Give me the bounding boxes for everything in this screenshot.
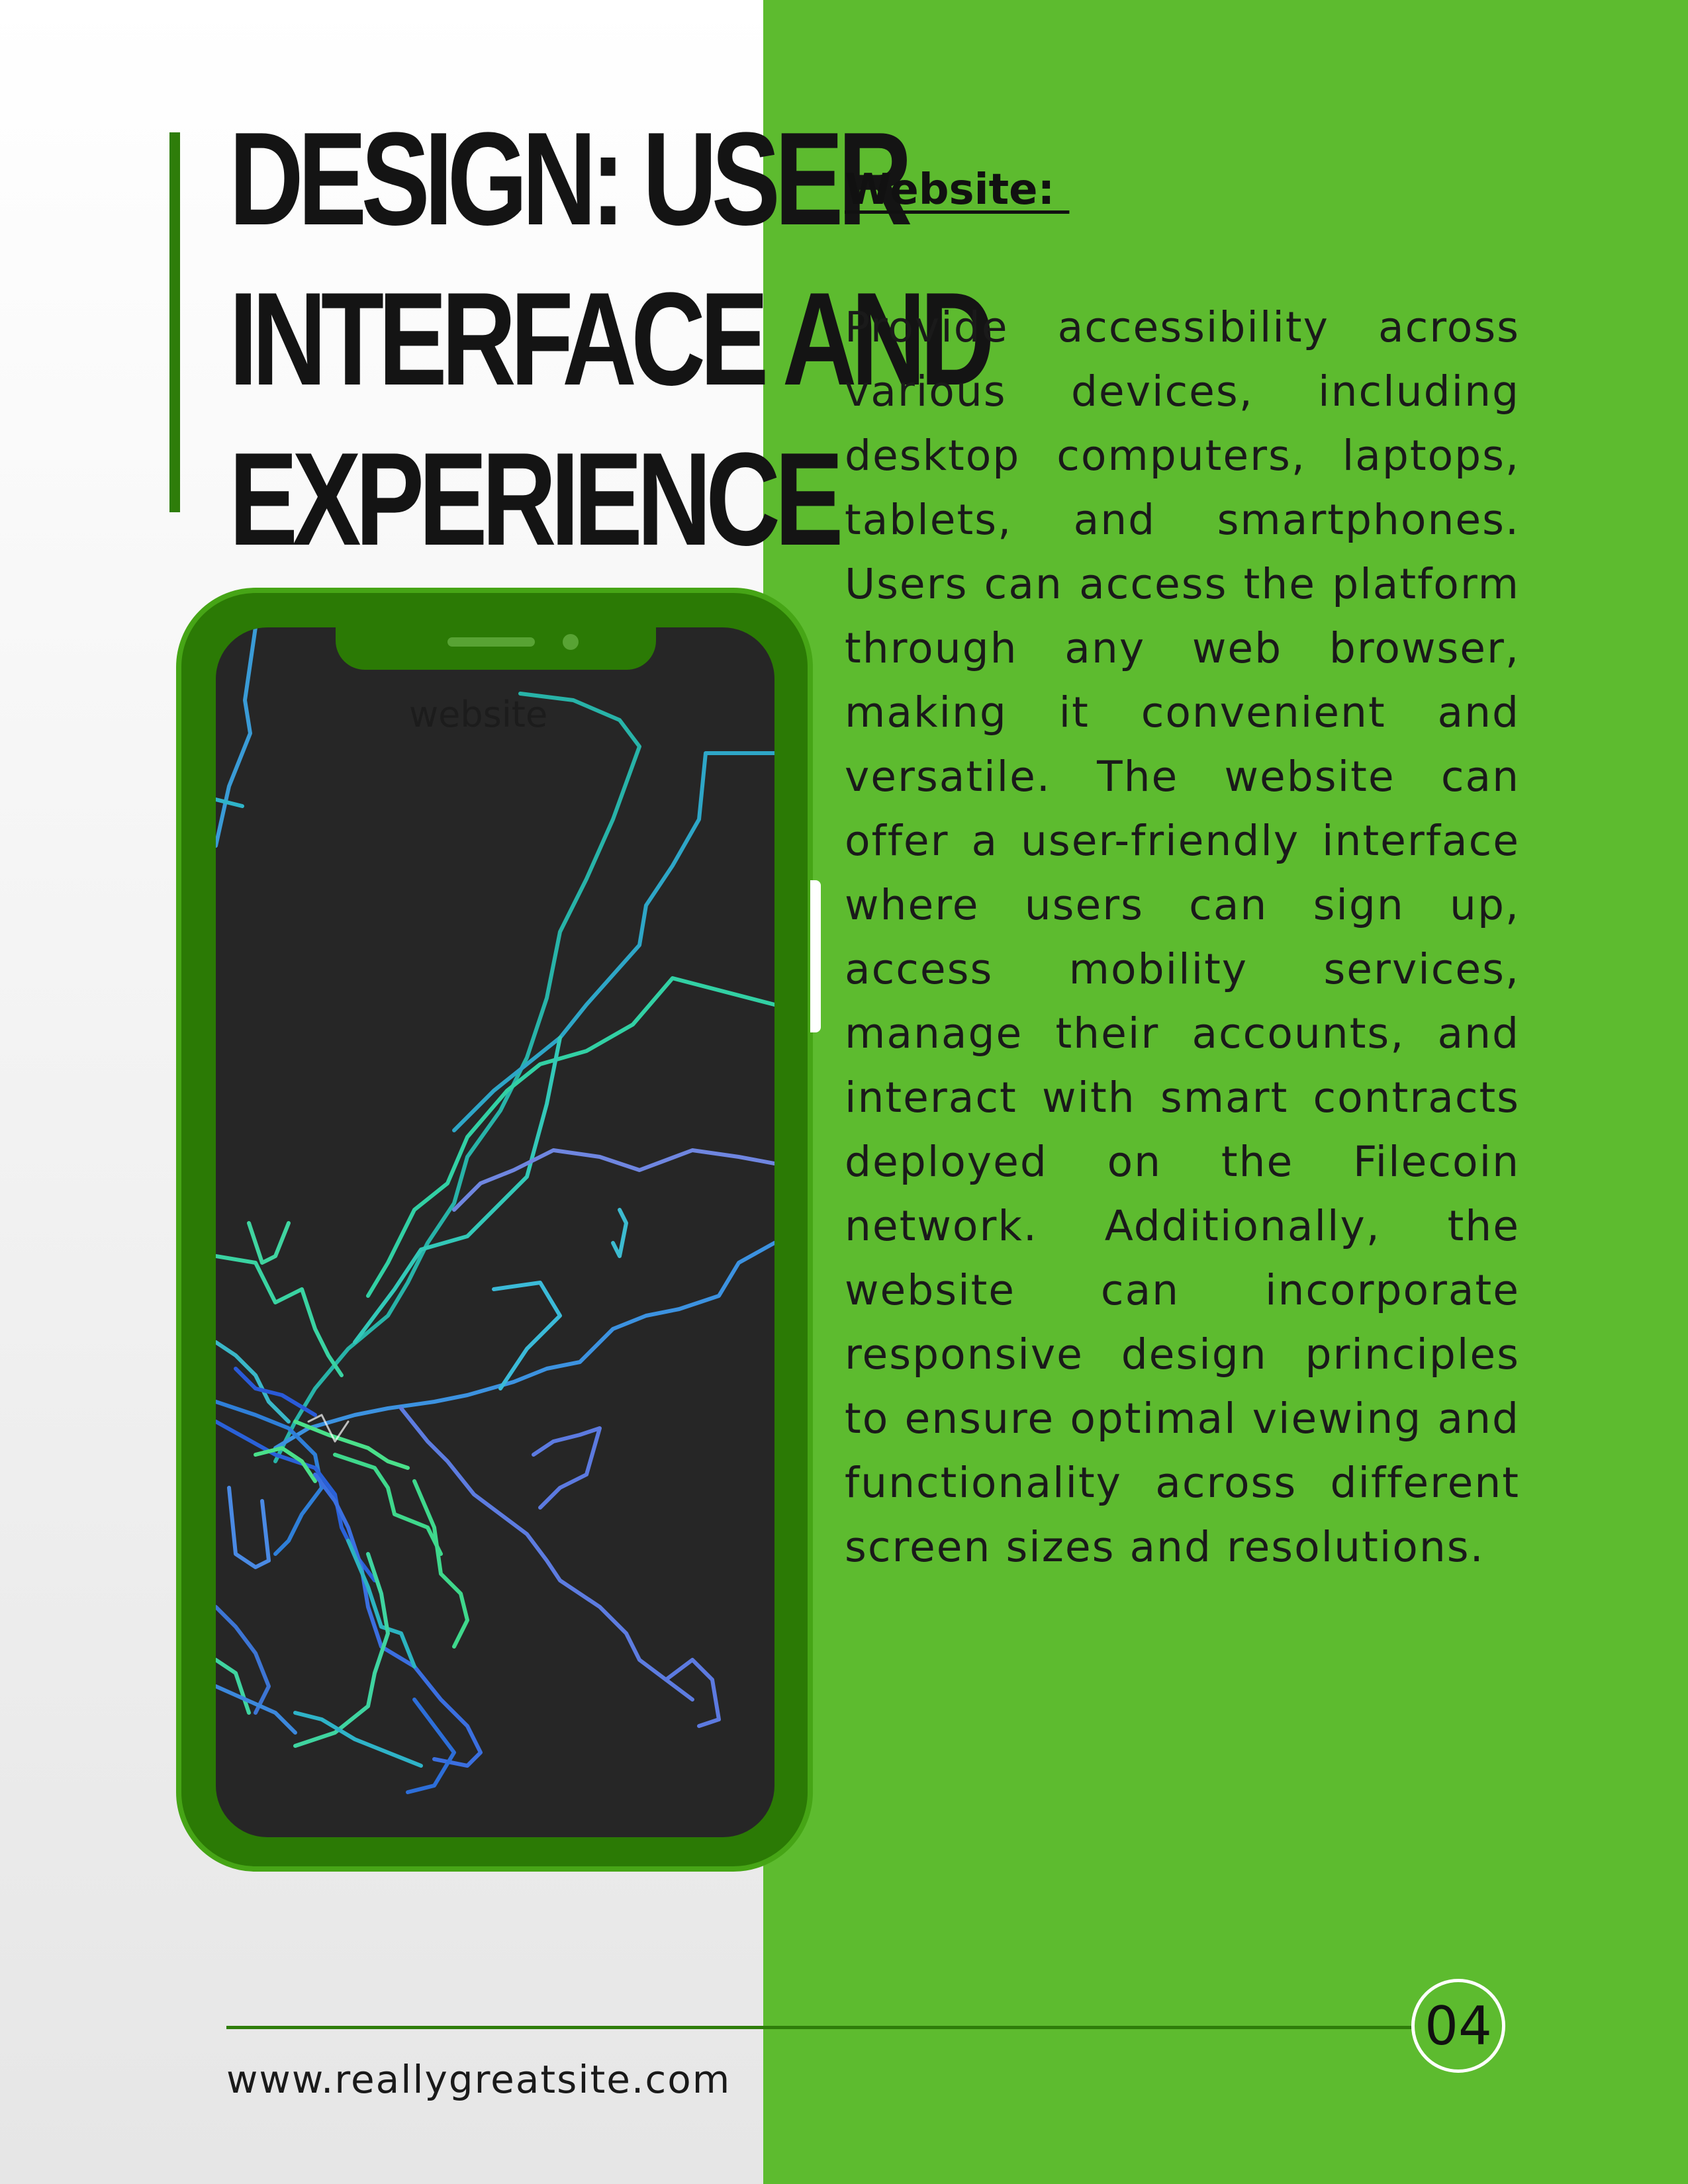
page-title-line-2: INTERFACE AND — [229, 265, 995, 413]
section-heading: Website: — [845, 165, 1070, 214]
title-accent-bar — [169, 132, 180, 512]
page-title-line-3: EXPERIENCE — [229, 426, 843, 573]
phone-notch — [336, 625, 656, 670]
website-url[interactable]: www.reallygreatsite.com — [226, 2057, 731, 2102]
transit-map-image — [216, 627, 774, 1794]
page-title-line-1: DESIGN: USER — [229, 105, 912, 253]
footer-divider — [226, 2026, 1411, 2029]
screen-label: website — [409, 694, 548, 735]
page-title: DESIGN: USER INTERFACE AND EXPERIENCE — [229, 99, 995, 580]
page-number: 04 — [1411, 1979, 1505, 2073]
phone-screen — [216, 627, 774, 1837]
page-number-text: 04 — [1425, 1995, 1492, 2057]
phone-camera — [563, 634, 579, 650]
phone-side-button — [810, 880, 821, 1032]
section-body-text: Provide accessibility across various dev… — [845, 303, 1520, 1571]
phone-speaker — [447, 637, 535, 647]
